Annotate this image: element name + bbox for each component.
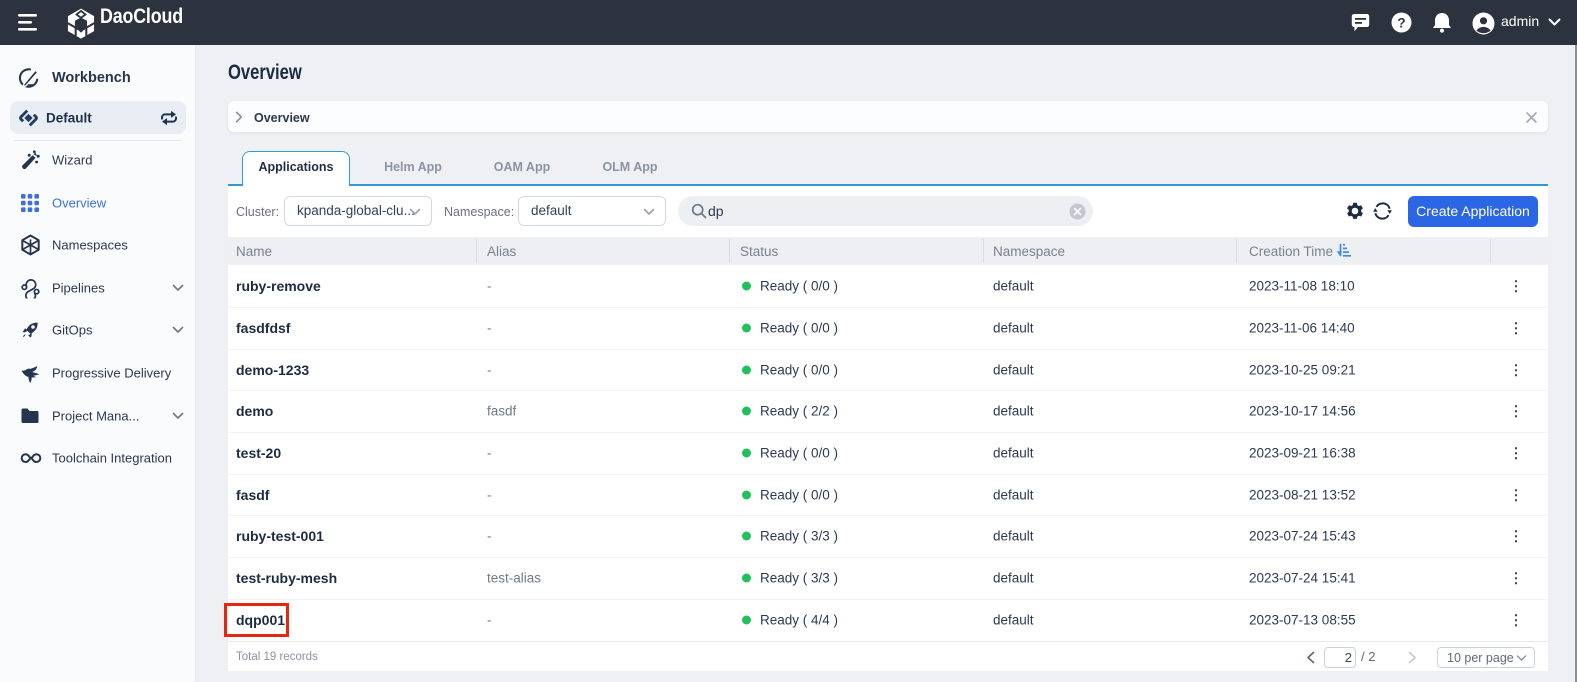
svg-text:?: ? xyxy=(1397,16,1405,31)
